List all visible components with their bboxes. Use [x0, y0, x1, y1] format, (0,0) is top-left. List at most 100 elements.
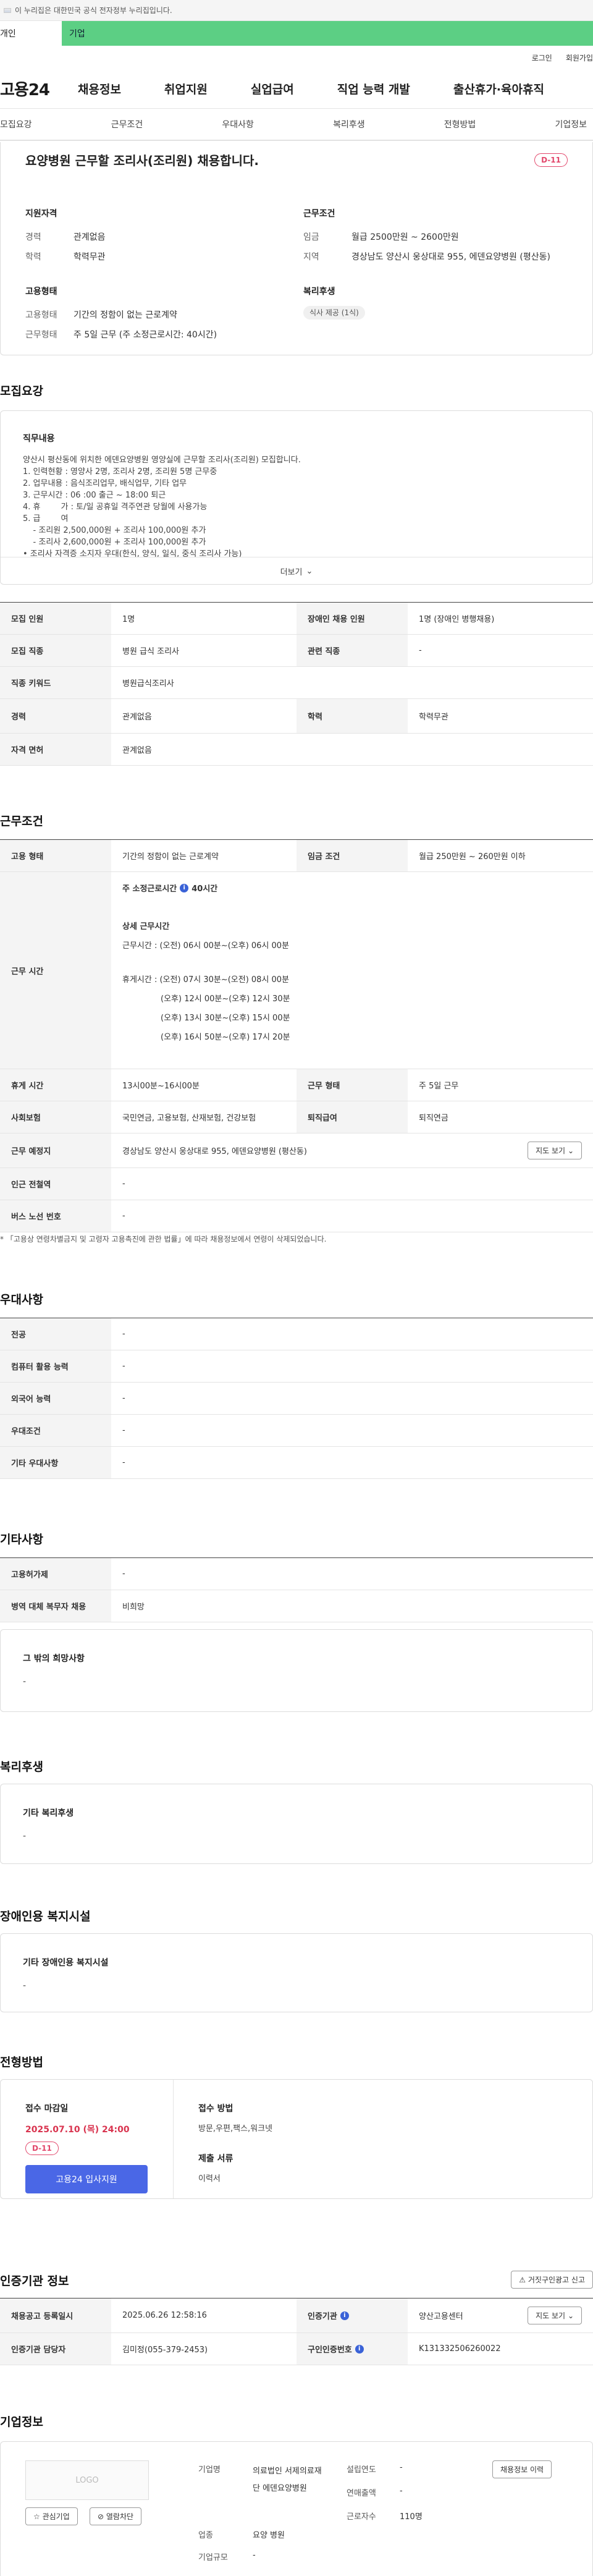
apply-dday-badge: D-11: [25, 2142, 59, 2155]
wage-value: 월급 2500만원 ~ 2600만원: [351, 232, 459, 242]
info-icon[interactable]: i: [340, 2311, 349, 2320]
report-label: 거짓구인광고 신고: [528, 2276, 585, 2284]
tab-company[interactable]: 기업정보: [555, 118, 587, 130]
bus-label: 버스 노선 번호: [0, 1200, 111, 1232]
cert-agency-cell: 양산고용센터 지도 보기 ⌄: [408, 2298, 593, 2332]
section-tabs: 모집요강 근무조건 우대사항 복리후생 전형방법 기업정보: [0, 109, 593, 141]
headcount-label: 모집 인원: [0, 603, 111, 634]
tab-welfare[interactable]: 복리후생: [333, 118, 365, 130]
headcount-value: 1명: [122, 615, 135, 624]
work-form-label: 근무 형태: [296, 1069, 408, 1101]
industry-label: 업종: [198, 2531, 213, 2540]
founded-value: -: [400, 2463, 403, 2472]
education-label: 학력: [25, 252, 41, 262]
map-button[interactable]: 지도 보기 ⌄: [528, 1142, 582, 1159]
wage-cond-value: 월급 250만원 ~ 260만원 이하: [419, 852, 526, 862]
alarm-icon: ⚠: [519, 2276, 526, 2284]
tab-apply[interactable]: 전형방법: [444, 118, 476, 130]
tab-recruit[interactable]: 모집요강: [0, 118, 32, 130]
deadline-title: 접수 마감일: [25, 2104, 69, 2114]
duty-line: - 조리사 2,600,000원 + 조리사 100,000원 추가: [23, 538, 206, 547]
break-line-4: (오후) 16시 50분~(오후) 17시 20분: [161, 1033, 290, 1042]
related-category-value: -: [419, 646, 422, 655]
break-time-label: 휴게 시간: [0, 1069, 111, 1101]
retirement-value: 퇴직연금: [419, 1114, 448, 1123]
duty-line: 2. 업무내용 : 음식조리업무, 배식업무, 기타 업무: [23, 479, 187, 488]
cert-table: 채용공고 등록일시 2025.06.26 12:58:16 인증기관 i 양산고용센터 지…: [0, 2298, 593, 2365]
duty-line: 양산시 평산동에 위치한 에덴요양병원 영양실에 근무할 조리사(조리원) 모집…: [23, 455, 301, 465]
tab-work[interactable]: 근무조건: [111, 118, 143, 130]
individual-tab[interactable]: 개인: [0, 21, 62, 46]
tab-preference[interactable]: 우대사항: [222, 118, 254, 130]
major-value: -: [122, 1329, 125, 1339]
welfare-other-value: -: [23, 1831, 27, 1841]
work-form-value: 주 5일 근무: [419, 1082, 459, 1091]
agency-map-button[interactable]: 지도 보기 ⌄: [528, 2307, 582, 2324]
agency-map-label: 지도 보기: [536, 2311, 566, 2320]
wage-label: 임금: [303, 232, 319, 242]
nav-item-employment-support[interactable]: 취업지원: [164, 80, 208, 97]
pref-cond-label: 우대조건: [0, 1415, 111, 1446]
cert-number-value: K131332506260022: [419, 2344, 501, 2354]
block-icon: ⊘: [98, 2512, 104, 2521]
nav-item-unemployment[interactable]: 실업급여: [251, 80, 294, 97]
duty-content: 양산시 평산동에 위치한 에덴요양병원 영양실에 근무할 조리사(조리원) 모집…: [23, 454, 570, 557]
cert-agency-value: 양산고용센터: [419, 2312, 463, 2321]
military-value: 비희망: [122, 1603, 145, 1612]
site-logo[interactable]: 고용24: [0, 77, 74, 100]
employment-type-value: 기간의 정함이 없는 근로계약: [74, 310, 177, 320]
favorite-company-button[interactable]: ☆ 관심기업: [25, 2507, 78, 2525]
nav-item-jobs[interactable]: 채용정보: [78, 80, 121, 97]
detail-hours-line: 근무시간 : (오전) 06시 00분~(오후) 06시 00분: [122, 941, 290, 951]
career-label: 경력: [0, 699, 111, 733]
block-label: 열람차단: [106, 2512, 134, 2521]
cert-agency-label: 인증기관: [308, 2312, 337, 2321]
retirement-label: 퇴직급여: [296, 1101, 408, 1133]
work-section-title: 근무조건: [0, 815, 43, 828]
employment-type-title: 고용형태: [25, 287, 57, 297]
docs-title: 제출 서류: [198, 2154, 233, 2164]
sales-value: -: [400, 2486, 403, 2496]
break-line-3: (오후) 13시 30분~(오후) 15시 00분: [161, 1014, 290, 1023]
method-title: 접수 방법: [198, 2104, 233, 2114]
industry-value: 요양 병원: [253, 2531, 285, 2540]
permit-value: -: [122, 1569, 125, 1578]
info-icon[interactable]: i: [355, 2344, 364, 2354]
login-link[interactable]: 로그인: [532, 53, 552, 63]
favorite-label: 관심기업: [42, 2512, 70, 2521]
dday-badge: D-11: [534, 153, 568, 167]
work-table: 고용 형태 기간의 정함이 없는 근로계약 임금 조건 월급 250만원 ~ 260만…: [0, 839, 593, 1232]
keyword-value: 병원급식조리사: [122, 679, 174, 688]
report-button[interactable]: ⚠ 거짓구인광고 신고: [511, 2271, 593, 2289]
nav-item-training[interactable]: 직업 능력 개발: [337, 80, 410, 97]
disabled-headcount-label: 장애인 채용 인원: [296, 603, 408, 634]
more-button[interactable]: 더보기 ⌄: [1, 557, 592, 584]
job-title: 요양병원 근무할 조리사(조리원) 채용합니다.: [25, 153, 259, 168]
welfare-section-title: 복리후생: [0, 1760, 43, 1774]
company-card: LOGO ☆ 관심기업 ⊘ 열람차단 기업명 의료법인 서제의료재단 에덴요양병…: [0, 2441, 593, 2576]
insurance-label: 사회보험: [0, 1101, 111, 1133]
language-value: -: [122, 1394, 125, 1403]
duty-title: 직무내용: [23, 434, 55, 444]
block-view-button[interactable]: ⊘ 열람차단: [90, 2507, 142, 2525]
size-value: -: [253, 2551, 256, 2560]
apply-button[interactable]: 고용24 입사지원: [25, 2165, 148, 2193]
break-time-value: 13시00분~16시00분: [122, 1082, 200, 1091]
etc-table: 고용허가제 - 병역 대체 복무자 채용 비희망: [0, 1557, 593, 1622]
weekly-hours-value: 40시간: [191, 884, 218, 894]
nav-item-leave[interactable]: 출산휴가·육아휴직: [453, 80, 544, 97]
workplace-label: 근무 예정지: [0, 1133, 111, 1167]
disab-card: 기타 장애인용 복지시설 -: [0, 1933, 593, 2012]
break-line-1: 휴게시간 : (오전) 07시 30분~(오전) 08시 00분: [122, 975, 290, 985]
join-link[interactable]: 회원가입: [566, 53, 593, 63]
deadline-value: 2025.07.10 (목) 24:00: [25, 2125, 130, 2135]
permit-label: 고용허가제: [0, 1558, 111, 1590]
etc-section-title: 기타사항: [0, 1533, 43, 1546]
break-line-2: (오후) 12시 00분~(오후) 12시 30분: [161, 994, 290, 1004]
duty-line: 3. 근무시간 : 06 :00 출근 ~ 18:00 퇴근: [23, 491, 166, 500]
company-name-label: 기업명: [198, 2465, 221, 2475]
career-label: 경력: [25, 232, 41, 242]
info-icon[interactable]: i: [180, 883, 189, 892]
company-tab[interactable]: 기업: [62, 21, 593, 46]
job-history-button[interactable]: 채용정보 이력: [492, 2460, 552, 2478]
